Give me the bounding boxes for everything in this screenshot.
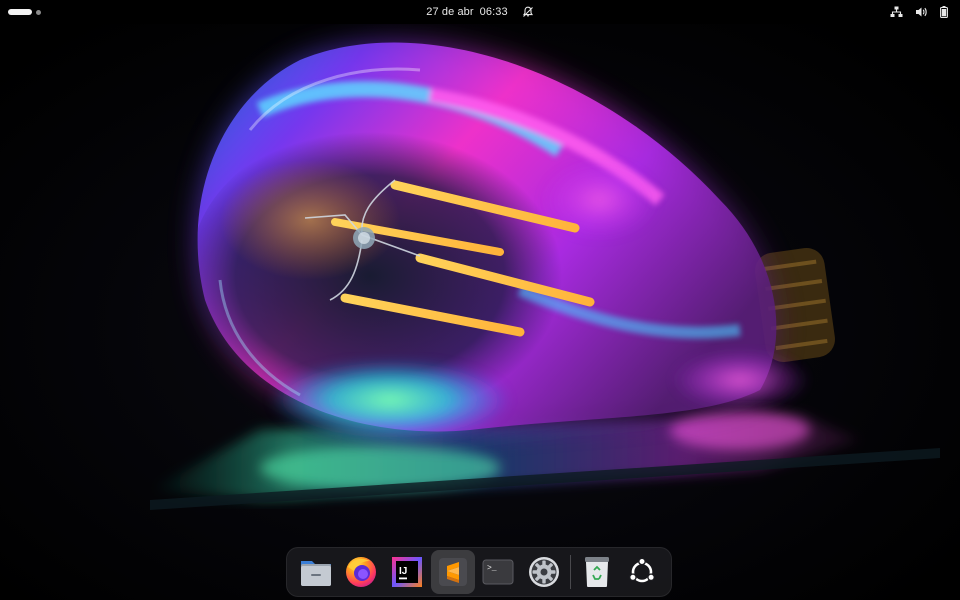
ubuntu-logo-icon — [629, 557, 656, 583]
gear-icon — [528, 557, 559, 587]
dock: IJ >_ — [286, 547, 672, 597]
dock-item-sublime-text[interactable] — [430, 550, 475, 594]
dock-item-terminal[interactable]: >_ — [477, 550, 521, 594]
terminal-icon: >_ — [482, 559, 514, 585]
battery-icon[interactable] — [940, 6, 948, 18]
date-label[interactable]: 27 de abr — [426, 6, 473, 18]
time-label[interactable]: 06:33 — [480, 6, 508, 18]
firefox-icon — [346, 557, 377, 587]
top-bar: 27 de abr 06:33 — [0, 0, 960, 24]
dock-item-intellij[interactable]: IJ — [385, 550, 429, 594]
dock-item-firefox[interactable] — [340, 550, 384, 594]
show-apps-button[interactable] — [620, 550, 664, 594]
volume-icon[interactable] — [915, 6, 928, 18]
trash-icon — [584, 557, 609, 587]
files-folder-icon — [300, 561, 331, 586]
system-tray[interactable] — [890, 0, 948, 24]
terminal-glyph: >_ — [487, 564, 497, 573]
intellij-idea-icon: IJ — [392, 557, 423, 587]
sublime-text-icon — [438, 558, 467, 586]
dock-item-settings[interactable] — [522, 550, 566, 594]
desktop: 27 de abr 06:33 IJ >_ — [0, 0, 960, 600]
dock-separator — [569, 555, 571, 589]
workspace-indicator[interactable] — [36, 9, 41, 15]
notifications-disabled-icon[interactable] — [522, 6, 534, 18]
activities-button[interactable] — [8, 5, 48, 19]
wallpaper — [0, 0, 960, 600]
workspace-indicator-active[interactable] — [8, 9, 32, 15]
clock-area: 27 de abr 06:33 — [0, 0, 960, 24]
dock-item-trash[interactable] — [575, 550, 619, 594]
intellij-glyph: IJ — [399, 566, 407, 577]
dock-item-files[interactable] — [294, 550, 338, 594]
network-wired-icon[interactable] — [890, 6, 903, 18]
